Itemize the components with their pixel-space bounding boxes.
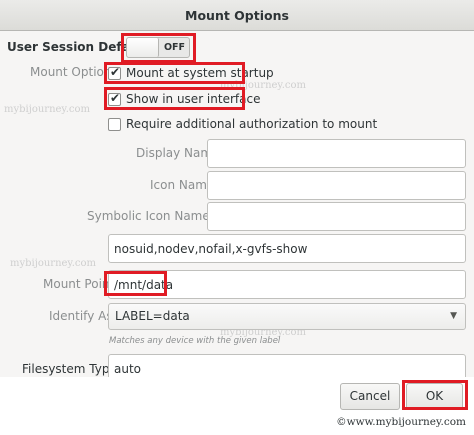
mount-point-label: Mount Point <box>43 277 115 291</box>
checkbox-box: ✔ <box>108 65 121 80</box>
checkbox-label: Mount at system startup <box>126 66 274 80</box>
mount-startup-checkbox[interactable]: ✔ Mount at system startup <box>108 65 274 81</box>
mount-options-label: Mount Options <box>30 65 118 79</box>
cancel-button[interactable]: Cancel <box>340 383 400 410</box>
dialog-title: Mount Options <box>0 0 474 31</box>
dropdown-value: LABEL=data <box>115 309 190 323</box>
chevron-down-icon: ▼ <box>450 311 457 321</box>
session-defaults-switch[interactable]: OFF <box>126 37 190 58</box>
check-mark-icon: ✔ <box>110 91 121 105</box>
symbolic-icon-name-label: Symbolic Icon Name <box>87 209 210 223</box>
checkbox-label: Show in user interface <box>126 92 261 106</box>
ok-button[interactable]: OK <box>406 383 463 410</box>
display-name-input[interactable] <box>207 139 466 168</box>
identify-as-label: Identify As <box>49 309 113 323</box>
mount-point-input[interactable] <box>108 270 466 299</box>
symbolic-icon-name-input[interactable] <box>207 202 466 231</box>
switch-knob <box>127 38 159 57</box>
show-in-ui-checkbox[interactable]: ✔ Show in user interface <box>108 91 260 107</box>
switch-state: OFF <box>163 42 186 53</box>
copyright-watermark: ©www.mybijourney.com <box>336 416 466 428</box>
checkbox-label: Require additional authorization to moun… <box>126 117 378 131</box>
mount-options-input[interactable] <box>108 234 466 263</box>
require-auth-checkbox[interactable]: Require additional authorization to moun… <box>108 116 448 132</box>
filesystem-type-label: Filesystem Type <box>22 362 117 376</box>
checkbox-box: ✔ <box>108 91 121 106</box>
identify-as-dropdown[interactable]: LABEL=data ▼ <box>108 303 466 330</box>
checkbox-box <box>108 118 121 131</box>
check-mark-icon: ✔ <box>110 65 121 79</box>
icon-name-input[interactable] <box>207 171 466 200</box>
icon-name-label: Icon Name <box>150 178 215 192</box>
identify-as-hint: Matches any device with the given label <box>109 336 281 346</box>
